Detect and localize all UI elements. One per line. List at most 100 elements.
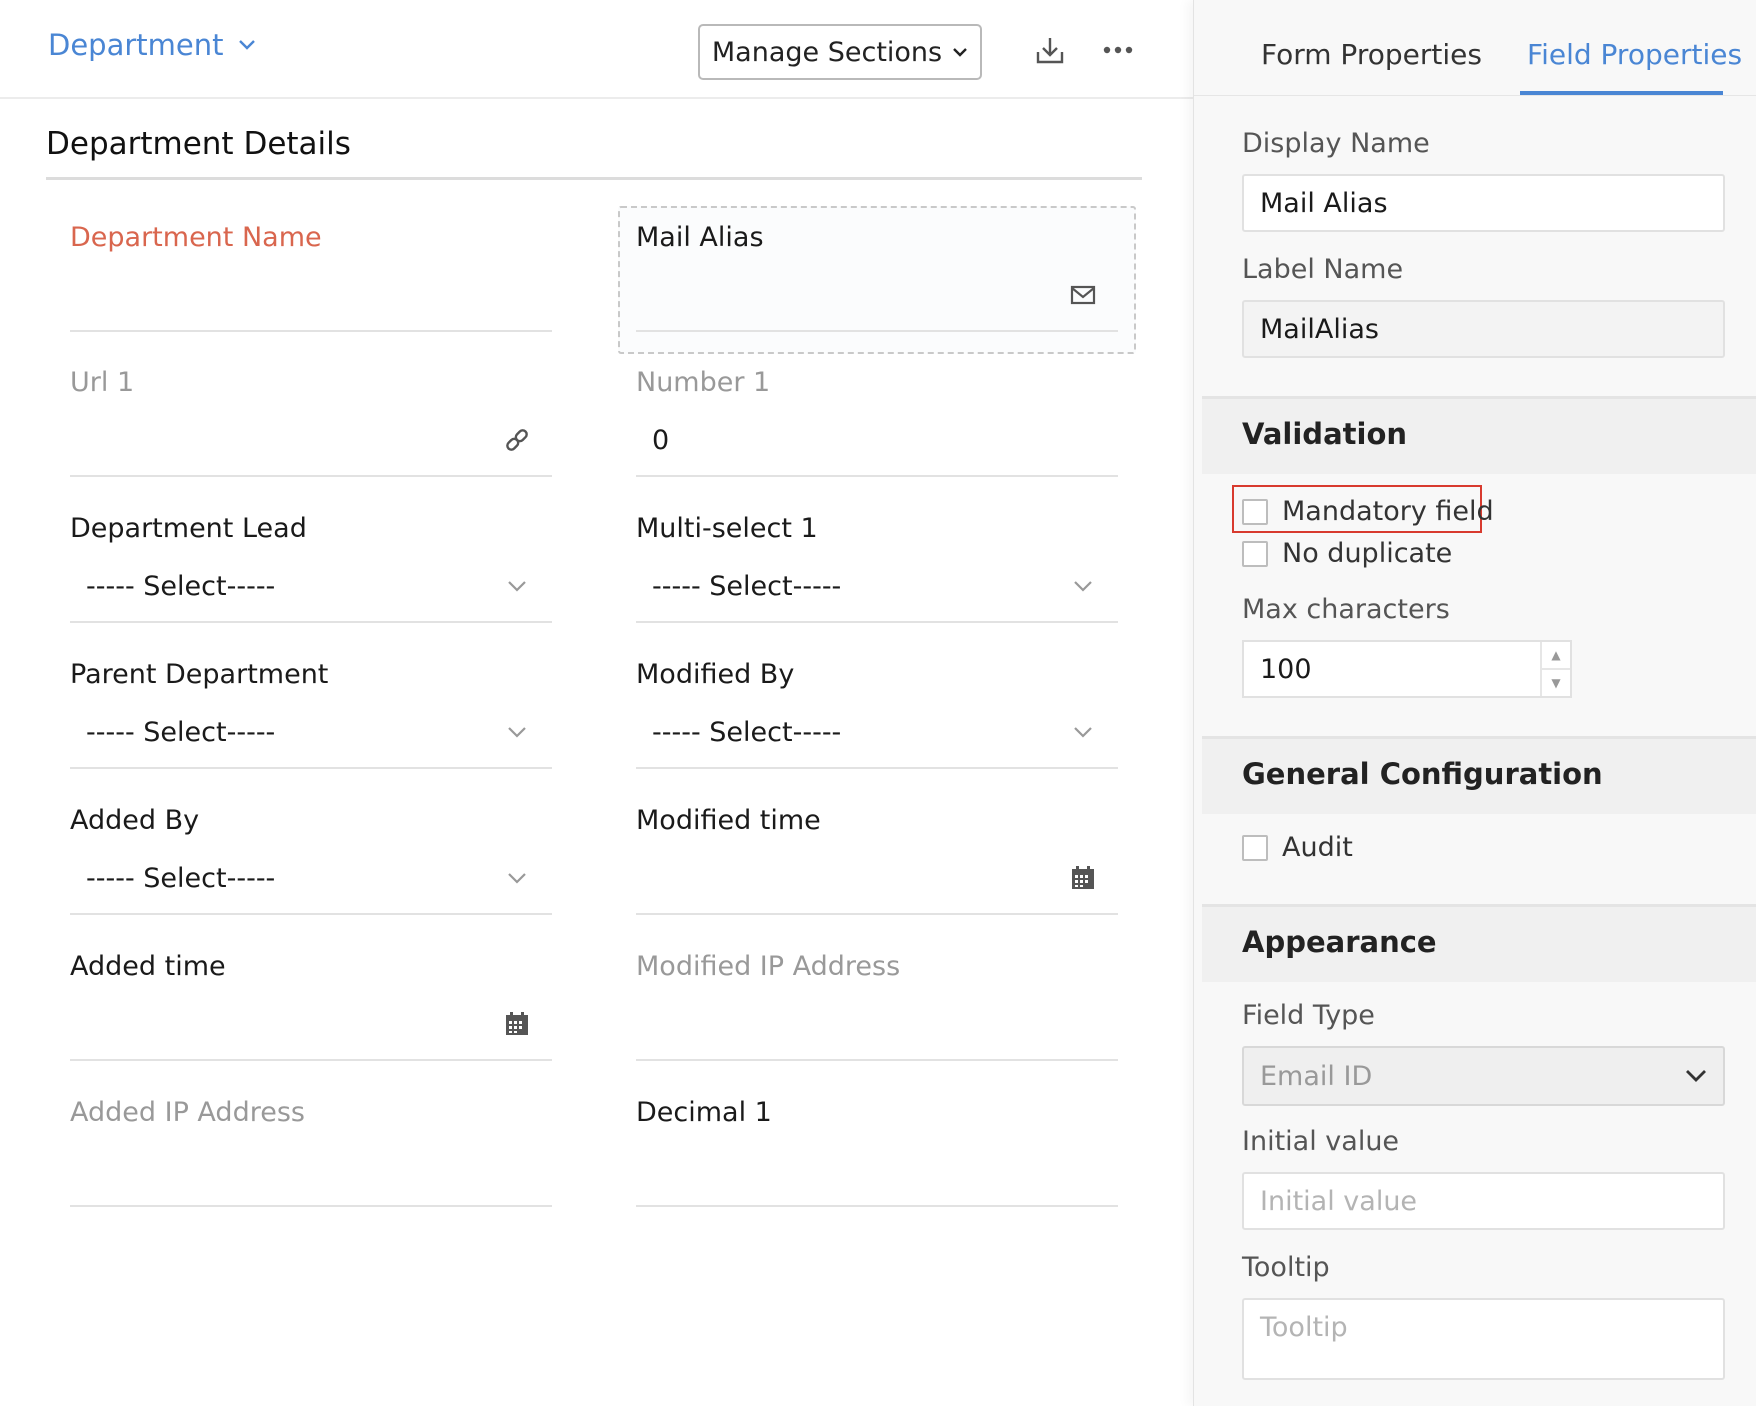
label-name-label: Label Name (1242, 254, 1404, 285)
field-decimal1[interactable]: Decimal 1 (636, 1077, 1118, 1207)
field-modified-by[interactable]: Modified By ----- Select----- (636, 639, 1118, 769)
max-characters-label: Max characters (1242, 594, 1450, 625)
form-switcher[interactable]: Department (48, 28, 256, 62)
increment-icon[interactable]: ▲ (1542, 642, 1570, 668)
decrement-icon[interactable]: ▼ (1542, 668, 1570, 696)
select-value: ----- Select----- (652, 571, 842, 602)
field-underline (636, 475, 1118, 477)
field-modified-time[interactable]: Modified time (636, 785, 1118, 915)
field-url1[interactable]: Url 1 (70, 347, 552, 477)
active-tab-indicator (1520, 91, 1723, 95)
appearance-section-header: Appearance (1202, 904, 1756, 982)
no-duplicate-checkbox[interactable]: No duplicate (1242, 538, 1452, 569)
more-options-icon[interactable] (1098, 30, 1138, 70)
checkbox-label: Mandatory field (1282, 496, 1494, 527)
field-underline (70, 913, 552, 915)
field-department-lead[interactable]: Department Lead ----- Select----- (70, 493, 552, 623)
field-multiselect1[interactable]: Multi-select 1 ----- Select----- (636, 493, 1118, 623)
field-label: Added By (70, 805, 200, 836)
tooltip-textarea[interactable]: Tooltip (1242, 1298, 1725, 1380)
field-label: Multi-select 1 (636, 513, 818, 544)
field-label: Modified IP Address (636, 951, 901, 982)
field-added-time[interactable]: Added time (70, 931, 552, 1061)
field-added-ip[interactable]: Added IP Address (70, 1077, 552, 1207)
chevron-down-icon (502, 863, 532, 893)
download-icon[interactable] (1030, 30, 1070, 70)
checkbox[interactable] (1242, 834, 1268, 861)
tooltip-label: Tooltip (1242, 1252, 1330, 1283)
field-underline (636, 767, 1118, 769)
stepper-arrows: ▲ ▼ (1540, 642, 1570, 696)
field-value: 0 (652, 425, 670, 456)
chevron-down-icon (1068, 717, 1098, 747)
field-underline (70, 621, 552, 623)
link-icon (502, 425, 532, 455)
checkbox-label: No duplicate (1282, 538, 1453, 569)
max-characters-stepper[interactable]: 100 ▲ ▼ (1242, 640, 1572, 698)
field-underline (70, 330, 552, 332)
mandatory-field-checkbox[interactable]: Mandatory field (1242, 496, 1494, 527)
field-label: Decimal 1 (636, 1097, 772, 1128)
properties-panel: Form Properties Field Properties Display… (1193, 0, 1756, 1406)
field-label: Department Name (70, 222, 322, 253)
field-label: Mail Alias (636, 222, 764, 253)
field-underline (70, 475, 552, 477)
field-added-by[interactable]: Added By ----- Select----- (70, 785, 552, 915)
chevron-down-icon (953, 47, 967, 57)
section-divider (46, 177, 1142, 180)
checkbox[interactable] (1242, 540, 1268, 567)
tab-field-properties[interactable]: Field Properties (1527, 38, 1742, 71)
section-heading: General Configuration (1242, 757, 1603, 791)
field-underline (70, 1205, 552, 1207)
calendar-icon (1068, 863, 1098, 893)
max-characters-input[interactable]: 100 (1244, 642, 1540, 696)
field-type-label: Field Type (1242, 1000, 1375, 1031)
section-heading: Validation (1242, 417, 1408, 451)
field-type-select[interactable]: Email ID (1242, 1046, 1725, 1106)
field-underline (636, 330, 1118, 332)
chevron-down-icon (1068, 571, 1098, 601)
form-toolbar: Department Manage Sections (0, 0, 1193, 99)
manage-sections-label: Manage Sections (711, 36, 943, 68)
field-underline (70, 767, 552, 769)
field-modified-ip[interactable]: Modified IP Address (636, 931, 1118, 1061)
field-type-value: Email ID (1260, 1060, 1373, 1092)
initial-value-input[interactable]: Initial value (1242, 1172, 1725, 1230)
field-mail-alias[interactable]: Mail Alias (636, 202, 1118, 332)
display-name-input[interactable]: Mail Alias (1242, 174, 1725, 232)
select-value: ----- Select----- (86, 863, 276, 894)
display-name-label: Display Name (1242, 128, 1430, 159)
label-name-input[interactable]: MailAlias (1242, 300, 1725, 358)
chevron-down-icon (1686, 1070, 1706, 1082)
field-parent-department[interactable]: Parent Department ----- Select----- (70, 639, 552, 769)
audit-checkbox[interactable]: Audit (1242, 832, 1353, 863)
tab-form-properties[interactable]: Form Properties (1261, 38, 1482, 71)
field-label: Added IP Address (70, 1097, 305, 1128)
field-number1[interactable]: Number 1 0 (636, 347, 1118, 477)
form-builder-pane: Department Manage Sections Department De… (0, 0, 1193, 1406)
section-title: Department Details (46, 126, 351, 162)
field-underline (636, 1205, 1118, 1207)
select-value: ----- Select----- (86, 571, 276, 602)
select-value: ----- Select----- (86, 717, 276, 748)
field-underline (70, 1059, 552, 1061)
chevron-down-icon (238, 40, 255, 50)
tabs-divider (1194, 95, 1756, 96)
field-department-name[interactable]: Department Name (70, 202, 552, 332)
initial-value-label: Initial value (1242, 1126, 1400, 1157)
select-value: ----- Select----- (652, 717, 842, 748)
mail-icon (1068, 280, 1098, 310)
checkbox-label: Audit (1282, 832, 1353, 863)
field-label: Modified time (636, 805, 821, 836)
field-underline (636, 1059, 1118, 1061)
checkbox[interactable] (1242, 498, 1268, 525)
manage-sections-button[interactable]: Manage Sections (698, 24, 982, 80)
general-config-section-header: General Configuration (1202, 736, 1756, 814)
field-label: Modified By (636, 659, 795, 690)
field-underline (636, 913, 1118, 915)
calendar-icon (502, 1009, 532, 1039)
field-label: Added time (70, 951, 226, 982)
field-label: Number 1 (636, 367, 771, 398)
field-label: Parent Department (70, 659, 329, 690)
chevron-down-icon (502, 571, 532, 601)
